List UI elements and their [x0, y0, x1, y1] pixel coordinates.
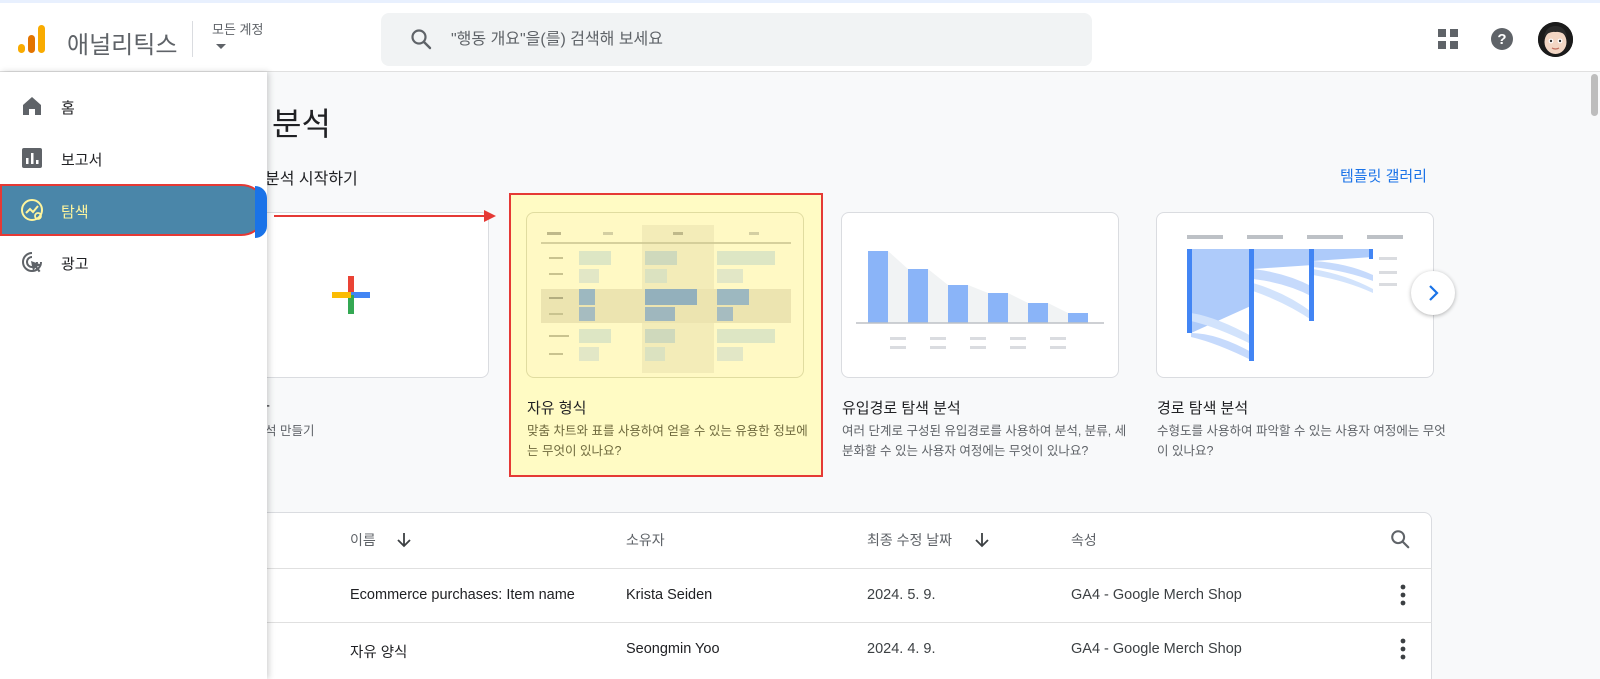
page-title: 분석: [272, 106, 331, 142]
annotation-arrow-head-icon: [484, 210, 496, 222]
card-description: 여러 단계로 구성된 유입경로를 사용하여 분석, 분류, 세분화할 수 있는 …: [842, 424, 1127, 458]
scrollbar-track[interactable]: [1588, 72, 1600, 679]
active-indicator: [255, 186, 267, 238]
cell-modified: 2024. 5. 9.: [867, 587, 936, 603]
analytics-logo-icon[interactable]: [16, 23, 48, 55]
card-free-form[interactable]: [526, 212, 804, 378]
column-header-property[interactable]: 속성: [1071, 530, 1097, 550]
free-form-thumbnail: [541, 225, 791, 373]
bar-chart-icon: [22, 148, 42, 168]
cell-owner: Seongmin Yoo: [626, 641, 720, 657]
more-vert-icon[interactable]: [1400, 638, 1406, 660]
sidebar-item-label: 광고: [61, 256, 89, 273]
sidebar-item-home[interactable]: 홈: [0, 80, 267, 132]
header-divider: [192, 21, 193, 57]
chevron-right-icon: [1429, 285, 1439, 301]
carousel-next-button[interactable]: [1411, 271, 1455, 315]
plus-icon: [332, 276, 370, 314]
sidebar-item-explore[interactable]: 탐색: [0, 184, 267, 236]
svg-text:?: ?: [1497, 31, 1506, 48]
top-app-bar: 애널리틱스 모든 계정 ?: [0, 0, 1600, 72]
column-header-modified[interactable]: 최종 수정 날짜: [867, 530, 952, 550]
arrow-down-icon[interactable]: [395, 531, 413, 549]
account-selector-label[interactable]: 모든 계정: [212, 19, 263, 38]
cell-property: GA4 - Google Merch Shop: [1071, 641, 1242, 657]
search-input[interactable]: [451, 13, 1051, 66]
card-title: 유입경로 탐색 분석: [842, 400, 961, 417]
help-icon[interactable]: ?: [1490, 27, 1514, 51]
account-dropdown-caret-icon[interactable]: [216, 44, 226, 49]
home-icon: [23, 97, 41, 115]
column-header-name[interactable]: 이름: [350, 530, 376, 550]
card-title: 자유 형식: [527, 400, 587, 417]
cell-name[interactable]: 자유 양식: [350, 641, 407, 662]
section-title: 분석 시작하기: [265, 171, 358, 188]
apps-grid-icon[interactable]: [1437, 28, 1459, 50]
avatar[interactable]: [1538, 22, 1573, 57]
sidebar-item-label: 홈: [61, 100, 75, 117]
more-vert-icon[interactable]: [1400, 584, 1406, 606]
card-description: 맞춤 차트와 표를 사용하여 얻을 수 있는 유용한 정보에는 무엇이 있나요?: [527, 424, 808, 458]
column-header-owner[interactable]: 소유자: [626, 530, 665, 550]
scrollbar-thumb[interactable]: [1591, 74, 1598, 116]
annotation-arrow-line: [274, 215, 484, 217]
ads-cursor-icon: [22, 252, 42, 273]
template-gallery-link[interactable]: 템플릿 갤러리: [1340, 165, 1427, 186]
sidebar-item-reports[interactable]: 보고서: [0, 132, 267, 184]
search-icon[interactable]: [1389, 528, 1411, 550]
sidebar: 홈 보고서 탐색 광고: [0, 72, 267, 679]
card-blank-exploration[interactable]: [243, 212, 489, 378]
sidebar-item-label: 보고서: [61, 152, 103, 169]
card-description: 수형도를 사용하여 파악할 수 있는 사용자 여정에는 무엇이 있나요?: [1157, 424, 1446, 458]
cell-owner: Krista Seiden: [626, 587, 713, 603]
explore-icon: [21, 199, 43, 221]
sidebar-item-label: 탐색: [61, 204, 89, 221]
row-divider: [200, 622, 1432, 623]
search-bar[interactable]: [381, 13, 1092, 66]
search-icon: [411, 29, 432, 50]
card-path-exploration[interactable]: [1156, 212, 1434, 378]
cell-name[interactable]: Ecommerce purchases: Item name: [350, 587, 575, 603]
product-name: 애널리틱스: [67, 32, 178, 59]
card-description: 석 만들기: [265, 424, 315, 438]
arrow-down-icon[interactable]: [973, 531, 991, 549]
row-divider: [200, 568, 1432, 569]
cell-property: GA4 - Google Merch Shop: [1071, 587, 1242, 603]
path-thumbnail: [1187, 235, 1403, 361]
cell-modified: 2024. 4. 9.: [867, 641, 936, 657]
card-title: 경로 탐색 분석: [1157, 400, 1249, 417]
card-funnel-exploration[interactable]: [841, 212, 1119, 378]
sidebar-item-advertising[interactable]: 광고: [0, 236, 267, 288]
funnel-thumbnail: [856, 251, 1104, 349]
